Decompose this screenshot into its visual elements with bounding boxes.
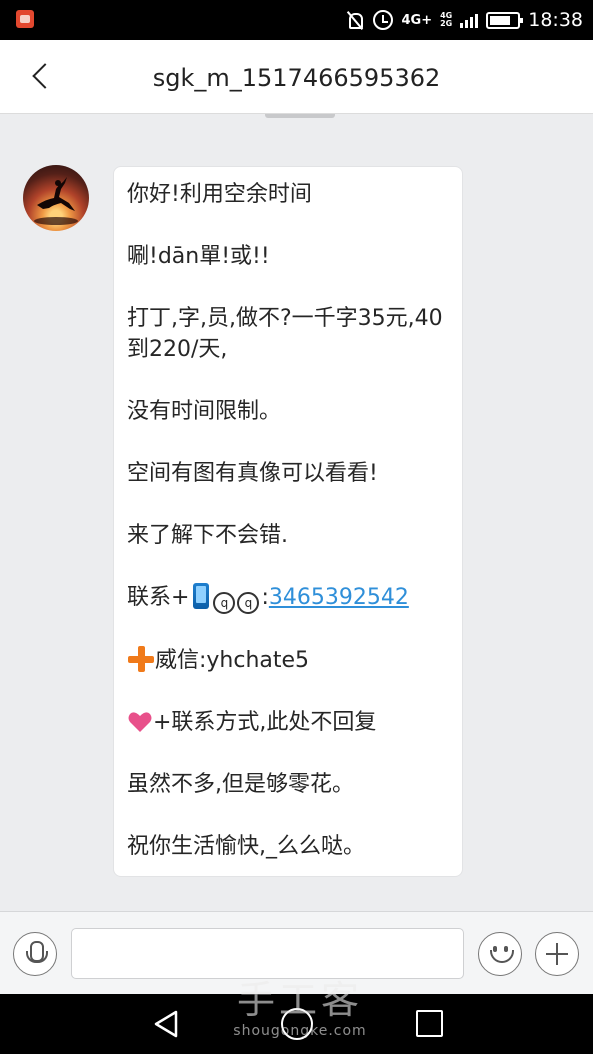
heart-icon [128, 712, 152, 732]
q-icon: q [213, 592, 236, 614]
mic-icon[interactable] [13, 932, 57, 976]
message-input[interactable] [71, 928, 464, 979]
message-line: 打丁,字,员,做不?一千字35元,40到220/天, [127, 306, 443, 362]
chat-title: sgk_m_1517466595362 [152, 64, 441, 92]
battery-icon [486, 11, 524, 29]
dancer-silhouette-icon [34, 177, 78, 225]
wechat-line: 威信:yhchate5 [127, 645, 450, 676]
signal-icon [460, 12, 479, 28]
message-bubble: 你好!利用空余时间 唰!dān單!或!! 打丁,字,员,做不?一千字35元,40… [113, 166, 463, 877]
note-line: +联系方式,此处不回复 [127, 707, 450, 738]
system-navigation-bar [0, 994, 593, 1054]
message-line: 你好!利用空余时间 [127, 182, 312, 207]
system-recents-icon[interactable] [416, 1010, 443, 1037]
message-line: 祝你生活愉快,_么么哒。 [127, 834, 365, 859]
timestamp-divider [255, 114, 345, 120]
status-bar: 4G+ 4G 2G 18:38 [0, 0, 593, 40]
message-line: 没有时间限制。 [127, 399, 282, 424]
qq-number-link[interactable]: 3465392542 [269, 585, 409, 610]
secondary-network: 4G 2G [440, 11, 453, 29]
add-icon[interactable] [535, 932, 579, 976]
wechat-text: 威信:yhchate5 [155, 648, 310, 673]
input-bar [0, 911, 593, 994]
note-text: +联系方式,此处不回复 [153, 710, 377, 735]
chat-header: sgk_m_1517466595362 [0, 40, 593, 114]
clock: 18:38 [528, 9, 583, 31]
alarm-icon [373, 10, 394, 30]
emoji-icon[interactable] [478, 932, 522, 976]
message-line: 唰!dān單!或!! [127, 244, 270, 269]
system-home-icon[interactable] [281, 1008, 313, 1040]
contact-line: 联系+ q q:3465392542 [127, 582, 450, 614]
mute-icon [345, 10, 365, 30]
secondary-network-bottom: 2G [440, 19, 453, 28]
qq-colon: : [261, 585, 269, 610]
message-line: 空间有图有真像可以看看! [127, 461, 378, 486]
q-icon: q [237, 592, 260, 614]
network-type: 4G+ [401, 12, 433, 28]
message-line: 来了解下不会错. [127, 523, 288, 548]
plus-icon [127, 645, 155, 673]
contact-prefix: 联系+ [127, 585, 190, 610]
phone-icon [193, 583, 210, 609]
status-indicators: 4G+ 4G 2G 18:38 [345, 0, 583, 40]
system-back-icon[interactable] [152, 1009, 180, 1039]
app-notification-icon [16, 10, 34, 28]
message-line: 虽然不多,但是够零花。 [127, 772, 354, 797]
sender-avatar[interactable] [23, 165, 89, 231]
